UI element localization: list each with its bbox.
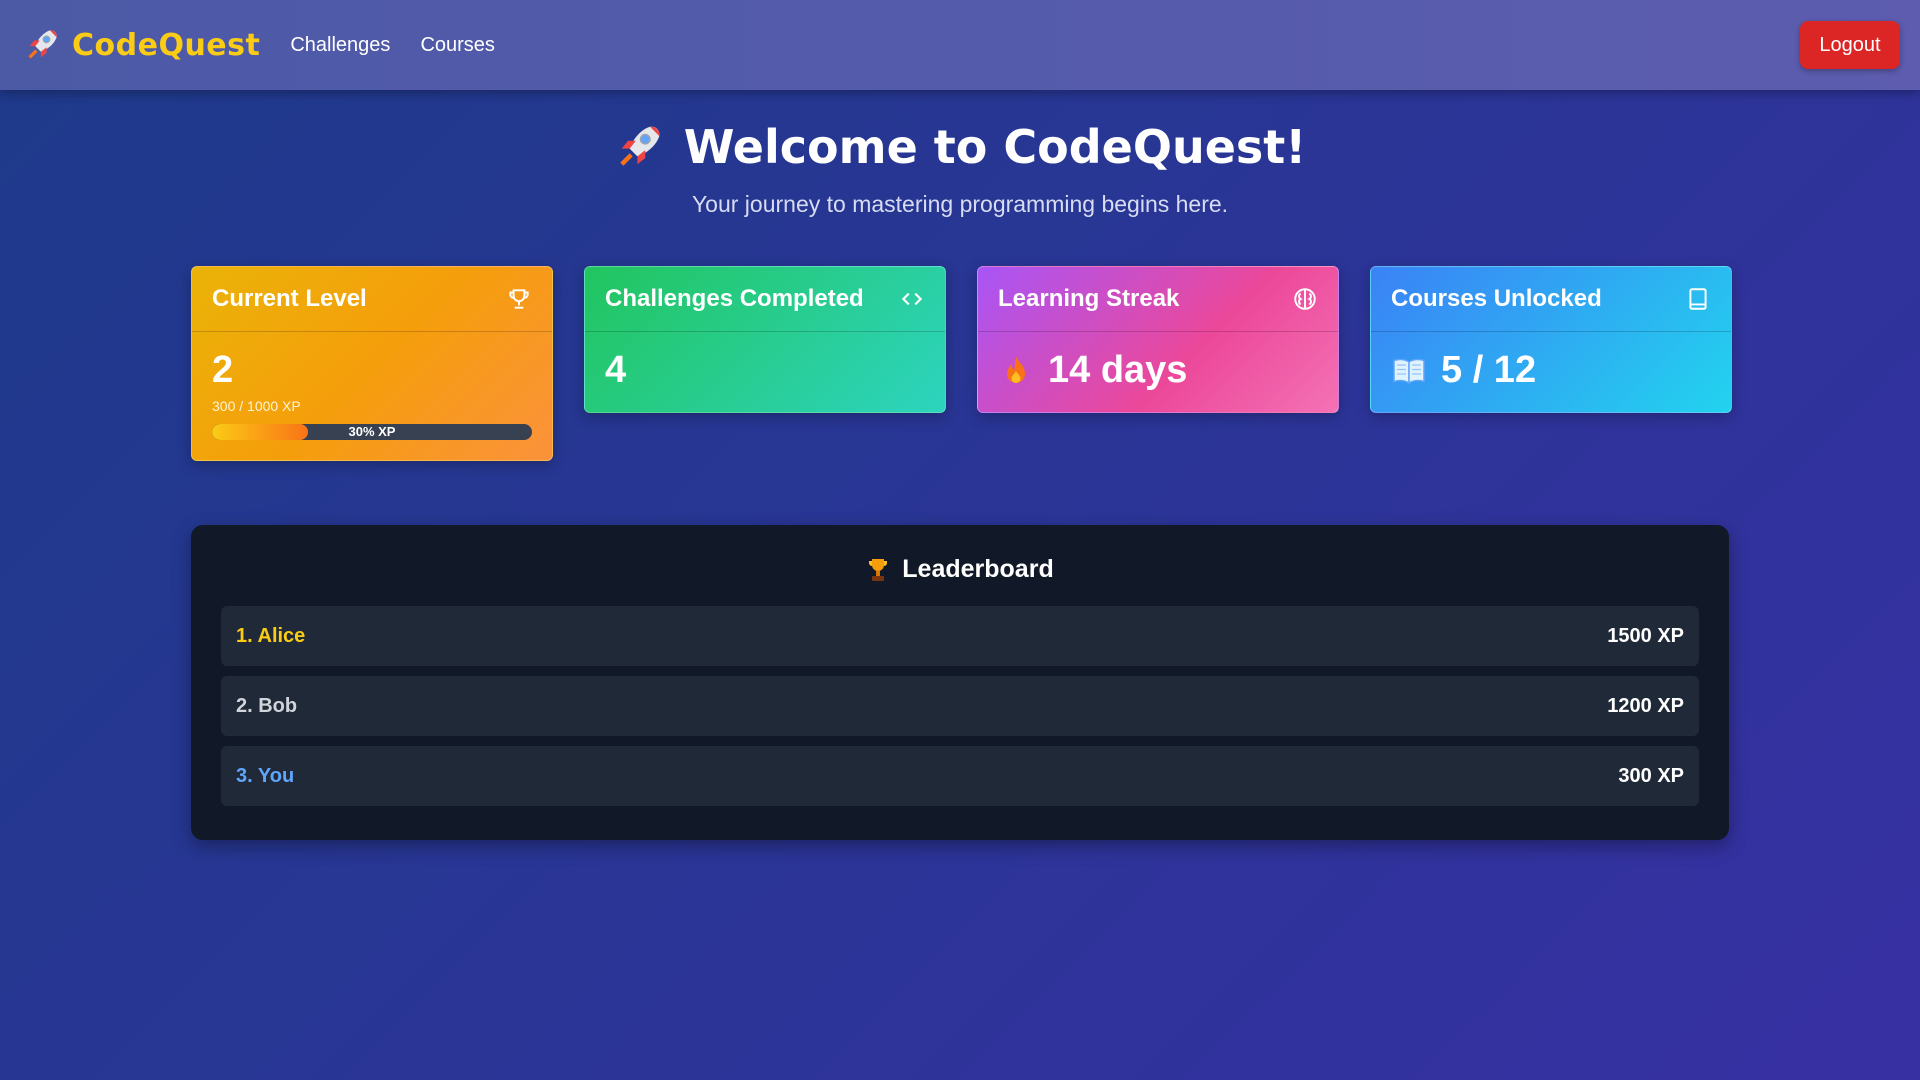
navbar: CodeQuest Challenges Courses Logout: [0, 0, 1920, 90]
card-title: Learning Streak: [998, 285, 1180, 312]
book-icon: [1689, 288, 1707, 310]
leaderboard-xp: 1500 XP: [1607, 624, 1684, 647]
brand-name: CodeQuest: [72, 27, 261, 63]
hero: Welcome to CodeQuest! Your journey to ma…: [0, 120, 1920, 218]
xp-text: 300 / 1000 XP: [212, 397, 301, 414]
brain-icon: [1294, 288, 1316, 310]
card-body: 5 / 12: [1371, 332, 1731, 412]
card-title: Challenges Completed: [605, 285, 864, 312]
card-body: 14 days: [978, 332, 1338, 412]
streak-value-row: 14 days: [998, 349, 1318, 392]
stats-cards: Current Level 2 300 / 1000 XP 30% XP Cha…: [191, 266, 1732, 461]
nav-link-challenges[interactable]: Challenges: [290, 34, 390, 57]
logout-button[interactable]: Logout: [1800, 21, 1900, 69]
courses-value-row: 5 / 12: [1391, 349, 1711, 392]
page-title: Welcome to CodeQuest!: [683, 120, 1307, 174]
fire-icon: [1007, 355, 1025, 383]
xp-progress-label: 30% XP: [348, 423, 396, 439]
card-title: Current Level: [212, 285, 367, 312]
card-challenges-completed: Challenges Completed 4: [584, 266, 946, 413]
rocket-icon: [28, 30, 57, 59]
leaderboard-row: 3. You 300 XP: [221, 746, 1699, 806]
level-value: 2: [212, 349, 234, 391]
courses-value: 5 / 12: [1441, 349, 1537, 391]
leaderboard-title: Leaderboard: [902, 555, 1054, 583]
nav-link-courses[interactable]: Courses: [420, 34, 494, 57]
card-body: 2 300 / 1000 XP 30% XP: [192, 332, 552, 460]
code-icon: [901, 292, 923, 306]
hero-title-row: Welcome to CodeQuest!: [614, 120, 1307, 174]
card-header: Current Level: [192, 267, 552, 332]
trophy-icon: [509, 289, 529, 309]
streak-value: 14 days: [1048, 349, 1188, 391]
leaderboard-name: 1. Alice: [236, 624, 306, 647]
rocket-icon: [619, 126, 660, 166]
leaderboard-name: 3. You: [236, 764, 295, 787]
card-header: Learning Streak: [978, 267, 1338, 332]
leaderboard-xp: 1200 XP: [1607, 694, 1684, 717]
nav-links: Challenges Courses: [290, 34, 495, 57]
leaderboard: Leaderboard 1. Alice 1500 XP 2. Bob 1200…: [191, 525, 1729, 840]
trophy-icon: [869, 558, 888, 581]
card-courses-unlocked: Courses Unlocked 5 / 12: [1370, 266, 1732, 413]
leaderboard-title-row: Leaderboard: [221, 555, 1699, 584]
leaderboard-row: 1. Alice 1500 XP: [221, 606, 1699, 666]
card-current-level: Current Level 2 300 / 1000 XP 30% XP: [191, 266, 553, 461]
leaderboard-name: 2. Bob: [236, 694, 298, 717]
card-header: Courses Unlocked: [1371, 267, 1731, 332]
card-header: Challenges Completed: [585, 267, 945, 332]
leaderboard-xp: 300 XP: [1618, 764, 1684, 787]
open-book-icon: [1393, 358, 1425, 385]
xp-progress-bar: 30% XP: [212, 423, 532, 440]
card-title: Courses Unlocked: [1391, 285, 1602, 312]
card-body: 4: [585, 332, 945, 412]
leaderboard-row: 2. Bob 1200 XP: [221, 676, 1699, 736]
challenges-value: 4: [605, 349, 627, 391]
card-learning-streak: Learning Streak 14 days: [977, 266, 1339, 413]
page-subtitle: Your journey to mastering programming be…: [691, 191, 1229, 217]
brand[interactable]: CodeQuest: [24, 27, 260, 63]
leaderboard-list: 1. Alice 1500 XP 2. Bob 1200 XP 3. You 3…: [221, 606, 1699, 806]
